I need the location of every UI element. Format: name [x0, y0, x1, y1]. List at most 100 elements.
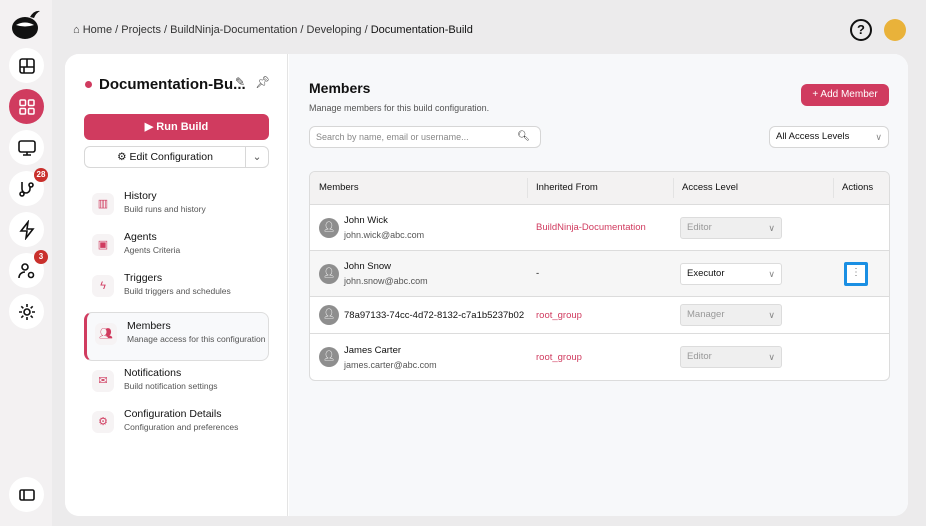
access-level-select: Editor ∨ — [680, 216, 782, 239]
status-dot — [85, 81, 92, 88]
row-actions-button[interactable]: ⋮ — [844, 261, 868, 286]
pin-icon[interactable]: 📌︎ — [255, 75, 270, 89]
nav-title: Configuration Details — [124, 408, 222, 420]
search-placeholder: Search by name, email or username... — [316, 132, 469, 142]
mail-icon: ✉ — [92, 370, 114, 392]
gear-icon: ⚙ — [117, 151, 130, 163]
user-avatar-icon: 👤︎ — [319, 263, 339, 284]
nav-members[interactable]: 👥︎ Members Manage access for this configur… — [84, 312, 269, 361]
ninja-logo — [12, 10, 40, 39]
collapse-sidebar-button[interactable] — [9, 477, 44, 512]
access-value: Editor — [687, 351, 712, 362]
member-email: john.wick@abc.com — [344, 230, 425, 240]
add-member-button[interactable]: + Add Member — [801, 84, 889, 106]
inherited-from[interactable]: root_group — [528, 352, 674, 363]
page-title: Members — [309, 80, 371, 96]
chevron-down-icon: ∨ — [768, 310, 775, 320]
nav-history[interactable]: ▥ History Build runs and history — [84, 190, 269, 231]
access-level-select[interactable]: Executor ∨ — [680, 262, 782, 285]
layout-icon — [18, 57, 35, 74]
rail-projects-button[interactable] — [9, 89, 44, 124]
access-level-filter[interactable]: All Access Levels ∨ — [769, 126, 889, 148]
help-icon[interactable]: ? — [850, 19, 872, 41]
column-header: Members — [310, 178, 528, 198]
nav-subtitle: Agents Criteria — [124, 245, 181, 255]
pencil-icon[interactable]: ✎ — [235, 75, 245, 89]
users-badge: 3 — [34, 250, 48, 264]
search-input[interactable]: Search by name, email or username... 🔍︎ — [309, 126, 541, 148]
monitor-icon — [17, 139, 36, 156]
chart-icon: ▥ — [92, 193, 114, 215]
edit-configuration-label: Edit Configuration — [129, 151, 213, 163]
access-value: Executor — [687, 267, 725, 279]
member-name: John Wick — [344, 215, 388, 226]
table-row: 👤︎ 78a97133-74cc-4d72-8132-c7a1b5237b02 r… — [310, 297, 889, 334]
sidebar-icon — [18, 488, 35, 501]
grid-icon — [18, 98, 35, 115]
nav-notifications[interactable]: ✉ Notifications Build notification setting… — [84, 367, 269, 408]
column-header: Access Level — [674, 178, 834, 198]
breadcrumb: ⌂ Home / Projects / BuildNinja-Documenta… — [73, 24, 473, 36]
rail-settings-button[interactable] — [9, 294, 44, 329]
config-title: Documentation-Bu... — [99, 76, 246, 93]
access-level-select: Manager ∨ — [680, 304, 782, 326]
stethoscope-icon — [18, 181, 34, 197]
table-row: 👤︎ John Wick john.wick@abc.com BuildNinja-… — [310, 205, 889, 251]
access-value: Editor — [687, 221, 712, 233]
rail-dashboard-button[interactable] — [9, 48, 44, 83]
nav-agents[interactable]: ▣ Agents Agents Criteria — [84, 231, 269, 272]
chevron-down-icon: ∨ — [768, 268, 775, 279]
table-row: 👤︎ James Carter james.carter@abc.com root_… — [310, 334, 889, 380]
rail-pipelines-button[interactable]: 28 — [9, 168, 48, 206]
members-panel: Members Manage members for this build co… — [289, 54, 908, 516]
app-rail: 28 3 — [0, 0, 52, 526]
gear-icon — [18, 303, 35, 320]
table-row: 👤︎ John Snow john.snow@abc.com - Executor ∨… — [310, 251, 889, 297]
users-icon: 👥︎ — [95, 323, 117, 345]
main-card: Documentation-Bu... ✎ 📌︎ ▶ Run Build ⚙ Ed… — [65, 54, 908, 516]
nav-subtitle: Build triggers and schedules — [124, 286, 231, 296]
run-build-button[interactable]: ▶ Run Build — [84, 114, 269, 140]
search-icon: 🔍︎ — [517, 131, 530, 142]
breadcrumb-projects[interactable]: Projects — [121, 24, 161, 36]
lightning-icon: ϟ — [92, 275, 114, 297]
pipelines-badge: 28 — [34, 168, 48, 182]
breadcrumb-home[interactable]: Home — [83, 24, 112, 36]
agent-icon: ▣ — [92, 234, 114, 256]
config-sidebar: Documentation-Bu... ✎ 📌︎ ▶ Run Build ⚙ Ed… — [65, 54, 288, 516]
inherited-from: - — [536, 268, 540, 279]
breadcrumb-project[interactable]: BuildNinja-Documentation — [170, 24, 297, 36]
member-name: 78a97133-74cc-4d72-8132-c7a1b5237b02 — [344, 309, 525, 321]
members-table: Members Inherited From Access Level Acti… — [309, 171, 890, 381]
rail-users-button[interactable]: 3 — [9, 250, 48, 288]
edit-dropdown-button[interactable]: ⌄ — [246, 147, 268, 167]
chevron-down-icon: ∨ — [768, 352, 775, 362]
play-icon: ▶ — [144, 121, 157, 133]
table-header: Members Inherited From Access Level Acti… — [310, 172, 889, 205]
page-subtitle: Manage members for this build configurat… — [309, 103, 490, 113]
breadcrumb-developing[interactable]: Developing — [307, 24, 362, 36]
rail-agents-button[interactable] — [9, 130, 44, 165]
nav-subtitle: Build runs and history — [124, 204, 206, 214]
user-settings-icon — [17, 262, 34, 278]
column-header: Actions — [842, 182, 874, 193]
user-avatar[interactable] — [884, 19, 906, 41]
nav-subtitle: Build notification settings — [124, 381, 218, 391]
nav-subtitle: Manage access for this configuration — [127, 334, 266, 344]
nav-title: Agents — [124, 231, 157, 243]
rail-triggers-button[interactable] — [9, 212, 44, 247]
filter-value: All Access Levels — [776, 131, 850, 142]
inherited-from[interactable]: root_group — [528, 310, 674, 321]
inherited-from[interactable]: BuildNinja-Documentation — [528, 222, 674, 233]
chevron-down-icon: ∨ — [768, 222, 775, 233]
member-name: James Carter — [344, 344, 402, 356]
user-avatar-icon: 👤︎ — [319, 305, 339, 325]
nav-title: History — [124, 190, 157, 202]
user-avatar-icon: 👤︎ — [319, 347, 339, 367]
access-level-select: Editor ∨ — [680, 346, 782, 368]
gear-icon: ⚙ — [92, 411, 114, 433]
nav-configuration-details[interactable]: ⚙ Configuration Details Configuration and … — [84, 408, 269, 449]
nav-triggers[interactable]: ϟ Triggers Build triggers and schedules — [84, 272, 269, 313]
access-value: Manager — [687, 309, 725, 320]
edit-configuration-button[interactable]: ⚙ Edit Configuration — [85, 147, 246, 167]
